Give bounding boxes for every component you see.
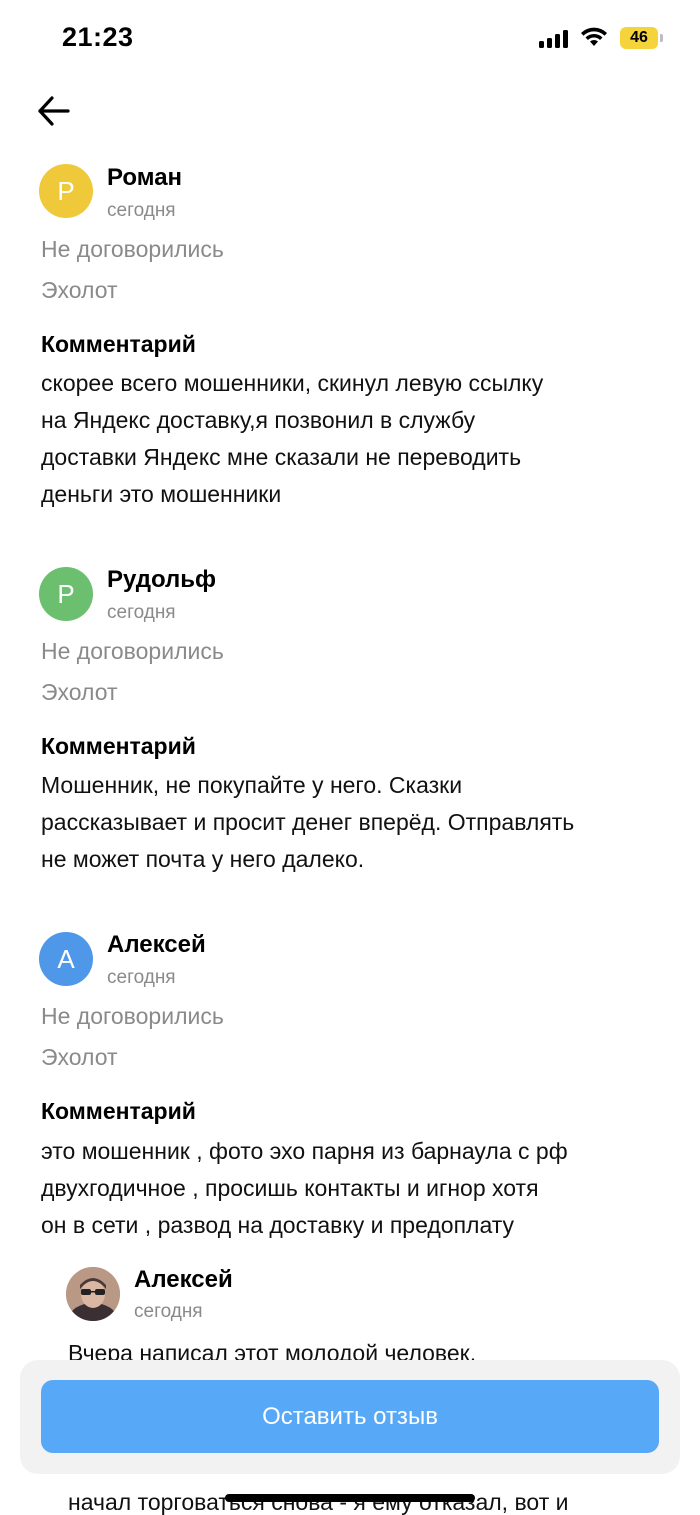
avatar-initial: Р (57, 578, 75, 609)
deal-status: Не договорились (41, 236, 224, 262)
deal-status: Не договорились (41, 1003, 224, 1029)
comment-heading: Комментарий (41, 733, 196, 759)
avatar[interactable]: А (39, 932, 93, 986)
avatar[interactable]: Р (39, 164, 93, 218)
comment-text: это мошенник , фото эхо парня из барнаул… (41, 1133, 666, 1244)
reply-author[interactable]: Алексей (134, 1266, 233, 1294)
avatar-initial: А (57, 943, 75, 974)
comment-line: деньги это мошенники (41, 481, 282, 507)
comment-line: это мошенник , фото эхо парня из барнаул… (41, 1138, 568, 1164)
back-button[interactable] (36, 94, 72, 128)
deal-status: Не договорились (41, 638, 224, 664)
comment-line: рассказывает и просит денег вперёд. Отпр… (41, 809, 575, 835)
arrow-left-icon (38, 96, 70, 126)
review-author[interactable]: Роман (107, 164, 182, 192)
reply-avatar[interactable] (66, 1267, 120, 1321)
comment-line: он в сети , развод на доставку и предопл… (41, 1212, 515, 1238)
profile-photo (66, 1267, 120, 1321)
avatar[interactable]: Р (39, 567, 93, 621)
comment-line: доставки Яндекс мне сказали не переводит… (41, 444, 522, 470)
comment-line: не может почта у него далеко. (41, 846, 365, 872)
comment-heading: Комментарий (41, 331, 196, 357)
screen: 21:23 46 Р Роман сегодня Не договорились… (0, 0, 700, 1515)
battery-icon: 46 (620, 27, 664, 49)
review-date: сегодня (107, 602, 176, 623)
home-indicator[interactable] (225, 1494, 475, 1502)
avatar-initial: Р (57, 175, 75, 206)
bottom-action-panel: Оставить отзыв (20, 1360, 680, 1474)
review-author[interactable]: Рудольф (107, 566, 216, 594)
status-time: 21:23 (62, 22, 134, 52)
comment-text: Мошенник, не покупайте у него. Сказки ра… (41, 767, 666, 878)
reply-text: начал торговаться снова - я ему отказал,… (68, 1489, 569, 1515)
item-title[interactable]: Эхолот (41, 679, 118, 706)
review-author[interactable]: Алексей (107, 931, 206, 959)
comment-line: скорее всего мошенники, скинул левую ссы… (41, 370, 544, 396)
comment-line: двухгодичное , просишь контакты и игнор … (41, 1175, 539, 1201)
item-title[interactable]: Эхолот (41, 1044, 118, 1071)
review-date: сегодня (107, 200, 176, 221)
review-date: сегодня (107, 967, 176, 988)
comment-heading: Комментарий (41, 1098, 196, 1124)
status-bar: 21:23 46 (0, 0, 700, 78)
comment-line: на Яндекс доставку,я позвонил в службу (41, 407, 476, 433)
wifi-icon (581, 27, 607, 46)
item-title[interactable]: Эхолот (41, 277, 118, 304)
comment-text: скорее всего мошенники, скинул левую ссы… (41, 365, 666, 513)
signal-icon (539, 30, 569, 48)
battery-level: 46 (620, 27, 658, 49)
comment-line: Мошенник, не покупайте у него. Сказки (41, 772, 463, 798)
reply-date: сегодня (134, 1301, 203, 1322)
leave-review-button[interactable]: Оставить отзыв (41, 1380, 659, 1453)
